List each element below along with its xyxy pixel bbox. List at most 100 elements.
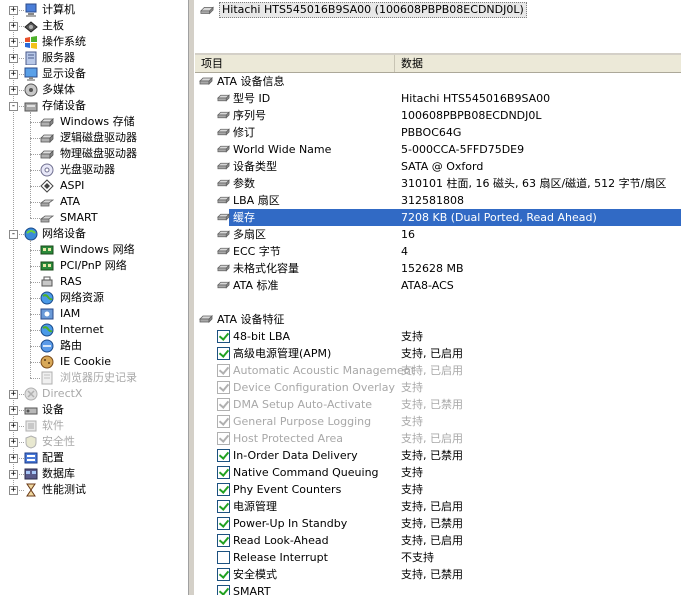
column-header-value[interactable]: 数据 <box>395 55 681 72</box>
tree-item[interactable]: + DirectX <box>0 386 188 402</box>
expand-icon[interactable]: + <box>9 486 18 495</box>
property-row[interactable]: World Wide Name 5-000CCA-5FFD75DE9 <box>195 141 681 158</box>
tree-item[interactable]: 逻辑磁盘驱动器 <box>0 130 188 146</box>
property-row[interactable]: Host Protected Area 支持, 已启用 <box>195 430 681 447</box>
tree-item[interactable]: IE Cookie <box>0 354 188 370</box>
property-row[interactable]: 修订 PBBOC64G <box>195 124 681 141</box>
vertical-splitter[interactable] <box>188 0 195 595</box>
tree-item[interactable]: + 显示设备 <box>0 66 188 82</box>
property-row[interactable]: Native Command Queuing 支持 <box>195 464 681 481</box>
property-row[interactable]: 安全模式 支持, 已禁用 <box>195 566 681 583</box>
property-row[interactable]: 序列号 100608PBPB08ECDNDJ0L <box>195 107 681 124</box>
tree-item[interactable]: 浏览器历史记录 <box>0 370 188 386</box>
tree-item[interactable]: 路由 <box>0 338 188 354</box>
property-row[interactable]: 缓存 7208 KB (Dual Ported, Read Ahead) <box>195 209 681 226</box>
tree-item[interactable]: + 配置 <box>0 450 188 466</box>
feature-checkbox[interactable] <box>217 449 230 462</box>
feature-checkbox[interactable] <box>217 466 230 479</box>
tree-item[interactable]: + 性能测试 <box>0 482 188 498</box>
property-row[interactable]: Read Look-Ahead 支持, 已启用 <box>195 532 681 549</box>
collapse-icon[interactable]: - <box>9 102 18 111</box>
property-value: 支持 <box>401 381 423 394</box>
tree-item[interactable]: PCI/PnP 网络 <box>0 258 188 274</box>
tree-item[interactable]: - 存储设备 <box>0 98 188 114</box>
feature-checkbox[interactable] <box>217 347 230 360</box>
property-row[interactable]: 48-bit LBA 支持 <box>195 328 681 345</box>
property-row[interactable]: Power-Up In Standby 支持, 已禁用 <box>195 515 681 532</box>
property-name: 参数 <box>233 177 255 190</box>
expand-icon[interactable]: + <box>9 54 18 63</box>
property-name: Release Interrupt <box>233 551 328 564</box>
property-row[interactable]: SMART <box>195 583 681 595</box>
feature-checkbox[interactable] <box>217 415 230 428</box>
feature-checkbox[interactable] <box>217 551 230 564</box>
expand-icon[interactable]: + <box>9 438 18 447</box>
tree-item[interactable]: 物理磁盘驱动器 <box>0 146 188 162</box>
expand-icon[interactable]: + <box>9 454 18 463</box>
group-header[interactable]: ATA 设备特征 <box>195 311 681 328</box>
tree-item[interactable]: + 服务器 <box>0 50 188 66</box>
tree-item[interactable]: RAS <box>0 274 188 290</box>
tree-item[interactable]: ASPI <box>0 178 188 194</box>
property-row[interactable]: General Purpose Logging 支持 <box>195 413 681 430</box>
property-row[interactable]: 电源管理 支持, 已启用 <box>195 498 681 515</box>
tree-item[interactable]: SMART <box>0 210 188 226</box>
tree-item[interactable]: + 软件 <box>0 418 188 434</box>
property-row[interactable]: Automatic Acoustic Management 支持, 已启用 <box>195 362 681 379</box>
property-name: LBA 扇区 <box>233 194 280 207</box>
tree-item[interactable]: + 操作系统 <box>0 34 188 50</box>
navigation-tree[interactable]: + 计算机 + 主板 + 操作系统 + 服务器 + 显示设备 + 多媒体 - 存储设备 Windows 存储… <box>0 0 188 595</box>
feature-checkbox[interactable] <box>217 568 230 581</box>
expand-icon[interactable]: + <box>9 6 18 15</box>
expand-icon[interactable]: + <box>9 470 18 479</box>
tree-item[interactable]: Internet <box>0 322 188 338</box>
feature-checkbox[interactable] <box>217 500 230 513</box>
property-row[interactable]: In-Order Data Delivery 支持, 已禁用 <box>195 447 681 464</box>
tree-item[interactable]: + 主板 <box>0 18 188 34</box>
feature-checkbox[interactable] <box>217 517 230 530</box>
property-row[interactable]: 未格式化容量 152628 MB <box>195 260 681 277</box>
tree-item[interactable]: - 网络设备 <box>0 226 188 242</box>
feature-checkbox[interactable] <box>217 381 230 394</box>
expand-icon[interactable]: + <box>9 86 18 95</box>
expand-icon[interactable]: + <box>9 406 18 415</box>
property-row[interactable]: 型号 ID Hitachi HTS545016B9SA00 <box>195 90 681 107</box>
expand-icon[interactable]: + <box>9 422 18 431</box>
feature-checkbox[interactable] <box>217 398 230 411</box>
feature-checkbox[interactable] <box>217 364 230 377</box>
tree-item[interactable]: Windows 存储 <box>0 114 188 130</box>
property-row[interactable]: 参数 310101 柱面, 16 磁头, 63 扇区/磁道, 512 字节/扇区 <box>195 175 681 192</box>
tree-item[interactable]: 光盘驱动器 <box>0 162 188 178</box>
feature-checkbox[interactable] <box>217 585 230 595</box>
tree-item[interactable]: + 计算机 <box>0 2 188 18</box>
tree-item[interactable]: + 数据库 <box>0 466 188 482</box>
column-header-property[interactable]: 项目 <box>195 55 395 72</box>
expand-icon[interactable]: + <box>9 22 18 31</box>
tree-item[interactable]: Windows 网络 <box>0 242 188 258</box>
group-header[interactable]: ATA 设备信息 <box>195 73 681 90</box>
tree-item[interactable]: + 多媒体 <box>0 82 188 98</box>
property-row[interactable]: LBA 扇区 312581808 <box>195 192 681 209</box>
expand-icon[interactable]: + <box>9 38 18 47</box>
expand-icon[interactable]: + <box>9 70 18 79</box>
property-row[interactable]: DMA Setup Auto-Activate 支持, 已禁用 <box>195 396 681 413</box>
property-row[interactable]: Device Configuration Overlay 支持 <box>195 379 681 396</box>
property-row[interactable]: Phy Event Counters 支持 <box>195 481 681 498</box>
property-row[interactable]: ATA 标准 ATA8-ACS <box>195 277 681 294</box>
property-row[interactable]: 多扇区 16 <box>195 226 681 243</box>
property-row[interactable]: Release Interrupt 不支持 <box>195 549 681 566</box>
feature-checkbox[interactable] <box>217 330 230 343</box>
feature-checkbox[interactable] <box>217 534 230 547</box>
property-row[interactable]: ECC 字节 4 <box>195 243 681 260</box>
tree-item[interactable]: ATA <box>0 194 188 210</box>
property-row[interactable]: 设备类型 SATA @ Oxford <box>195 158 681 175</box>
property-row[interactable]: 高级电源管理(APM) 支持, 已启用 <box>195 345 681 362</box>
feature-checkbox[interactable] <box>217 483 230 496</box>
tree-item[interactable]: + 设备 <box>0 402 188 418</box>
expand-icon[interactable]: + <box>9 390 18 399</box>
collapse-icon[interactable]: - <box>9 230 18 239</box>
tree-item[interactable]: IAM <box>0 306 188 322</box>
feature-checkbox[interactable] <box>217 432 230 445</box>
tree-item[interactable]: 网络资源 <box>0 290 188 306</box>
tree-item[interactable]: + 安全性 <box>0 434 188 450</box>
